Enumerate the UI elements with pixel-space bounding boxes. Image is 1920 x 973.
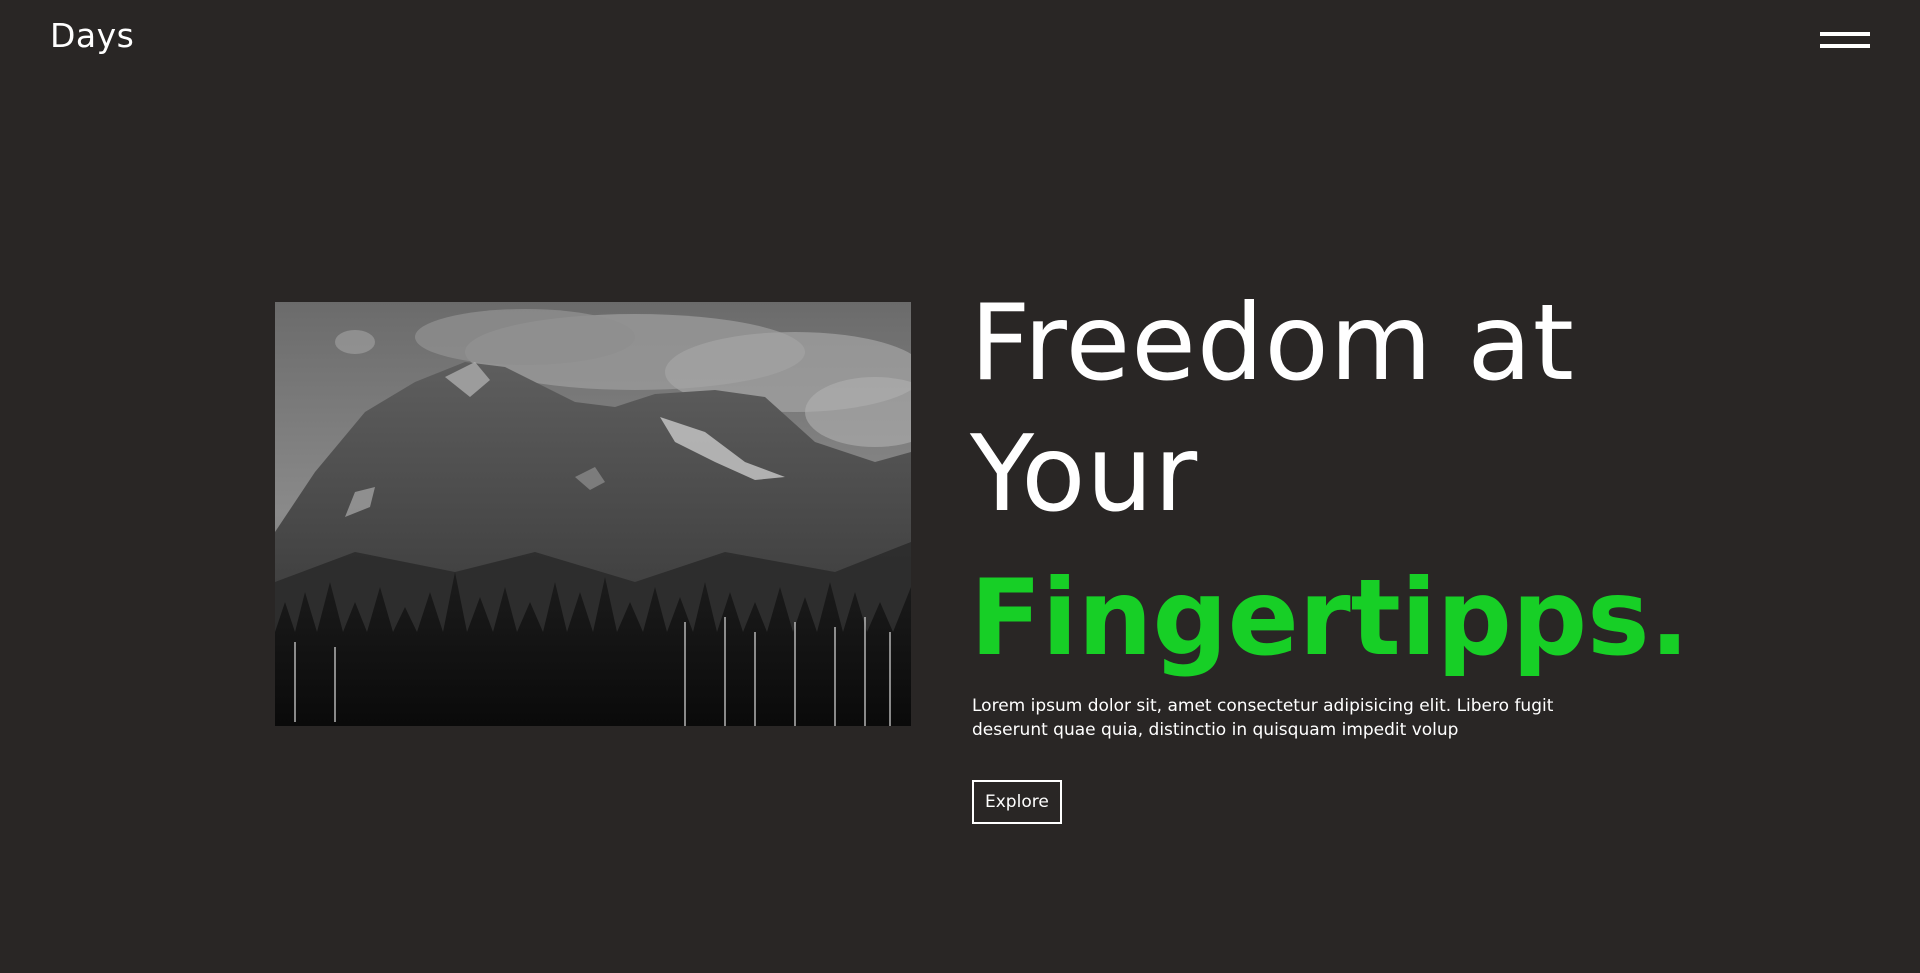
logo[interactable]: Days <box>50 16 134 56</box>
hero-image <box>275 302 911 726</box>
menu-bar-bottom <box>1820 44 1870 48</box>
page: Days Freedom at Your Fingertipps. Lorem … <box>0 0 1920 973</box>
mountain-photo-icon <box>275 302 911 726</box>
explore-button[interactable]: Explore <box>972 780 1062 824</box>
headline-accent: Fingertipps. <box>970 557 1690 679</box>
headline-line-2: Your <box>970 413 1199 535</box>
hero-headline: Freedom at Your Fingertipps. <box>970 278 1730 688</box>
hamburger-menu-icon[interactable] <box>1820 32 1870 50</box>
hero-description: Lorem ipsum dolor sit, amet consectetur … <box>972 696 1554 740</box>
headline-line-1: Freedom at <box>970 282 1575 404</box>
menu-bar-top <box>1820 32 1870 36</box>
